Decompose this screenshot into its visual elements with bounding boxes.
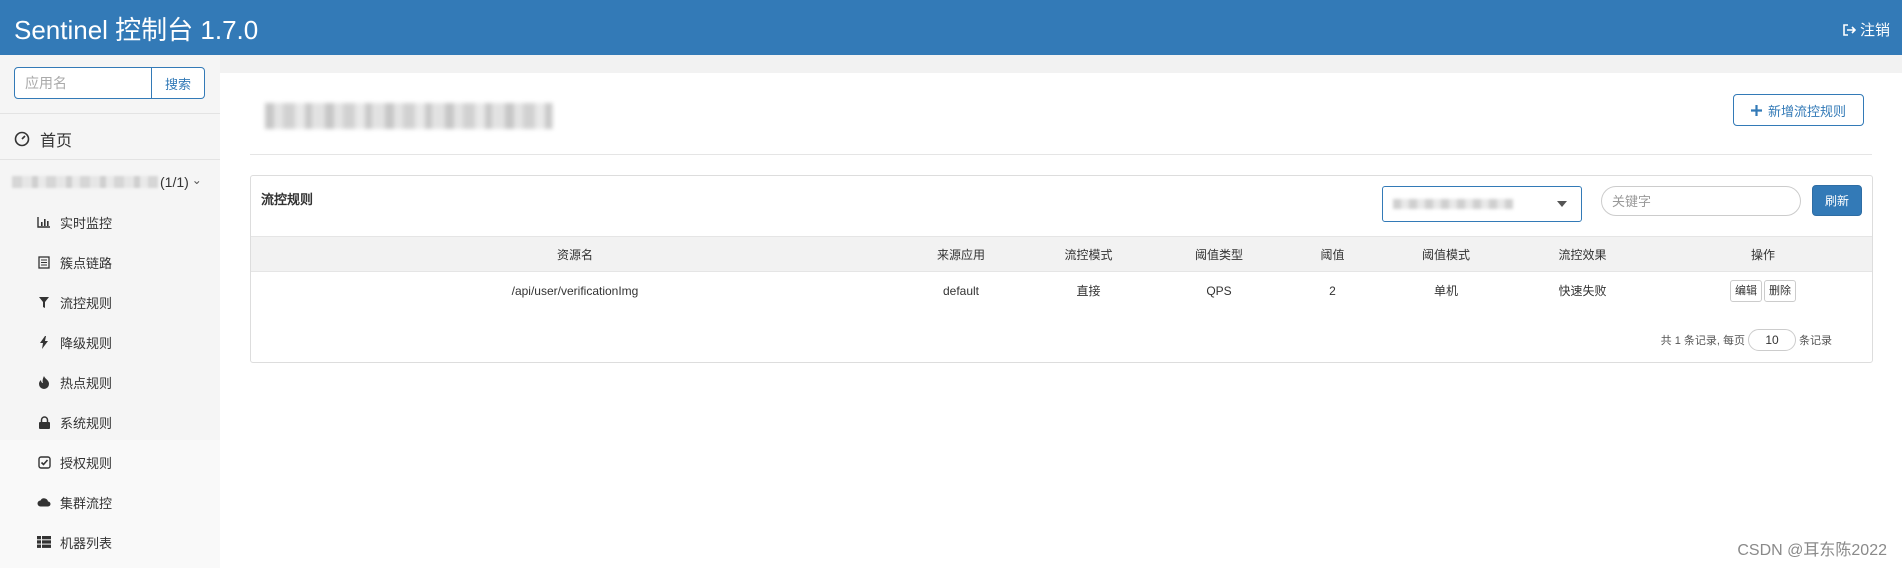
column-header: 阈值 [1320,247,1345,262]
pagination-suffix: 条记录 [1799,335,1832,347]
sidebar-divider [0,113,220,114]
caret-down-icon [1557,201,1567,207]
column-header: 操作 [1750,247,1775,262]
sidebar-item-cluster-point-link[interactable]: 簇点链路 [36,250,112,274]
refresh-button[interactable]: 刷新 [1812,185,1862,216]
fire-icon [36,375,52,389]
sidebar-item-label: 系统规则 [60,415,113,431]
table-header-row: 资源名 来源应用 流控模式 阈值类型 阈值 阈值模式 流控效果 操作 [251,236,1872,272]
app-machine-count: (1/1) [160,174,189,190]
machine-select-value-redacted [1393,199,1513,209]
cloud-icon [36,497,52,507]
sidebar-item-label: 簇点链路 [60,255,113,271]
logout-button[interactable]: 注销 [1842,19,1890,40]
lock-icon [36,415,52,429]
panel-title: 流控规则 [261,192,314,207]
sidebar-item-label: 首页 [40,133,73,150]
sidebar-item-label: 集群流控 [60,495,113,511]
cell-limit-app: default [942,283,980,298]
app-name-redacted [12,176,158,188]
sidebar-item-cluster-flow[interactable]: 集群流控 [36,490,112,514]
filter-icon [36,296,52,309]
sidebar-item-degrade-rules[interactable]: 降级规则 [36,330,112,354]
main-top-band [220,55,1902,73]
chevron-down-icon: ⌄ [191,173,202,187]
sidebar-divider [0,159,220,160]
column-header: 流控效果 [1558,247,1607,262]
machine-select[interactable] [1382,186,1582,222]
sidebar-app-group[interactable]: (1/1) ⌄ [12,170,212,194]
sidebar-item-authority-rules[interactable]: 授权规则 [36,450,112,474]
flow-rules-table: 资源名 来源应用 流控模式 阈值类型 阈值 阈值模式 流控效果 操作 /api/… [251,236,1872,310]
flow-rules-panel: 流控规则 刷新 资源名 来源应用 流控模式 阈值类型 阈值 阈值模式 流控效果 … [250,175,1873,363]
check-icon [36,455,52,469]
sidebar-item-hotspot-rules[interactable]: 热点规则 [36,370,112,394]
sidebar-item-label: 授权规则 [60,455,113,471]
bar-chart-icon [36,216,52,228]
top-navbar: Sentinel 控制台 1.7.0 注销 [0,0,1902,55]
cell-actions: 编辑 删除 [1654,272,1872,310]
plus-icon [1750,104,1762,116]
sidebar: 搜索 首页 (1/1) ⌄ 实时监控 簇点链路 流控规则 [0,55,220,568]
app-search: 搜索 [14,67,205,99]
th-list-icon [36,536,52,548]
column-header: 阈值模式 [1421,247,1470,262]
column-header: 流控模式 [1064,247,1113,262]
app-title[interactable]: Sentinel 控制台 1.7.0 [14,10,258,47]
sidebar-item-realtime-monitor[interactable]: 实时监控 [36,210,112,234]
sidebar-item-label: 降级规则 [60,335,113,351]
cell-resource: /api/user/verificationImg [511,283,639,298]
sidebar-item-machine-list[interactable]: 机器列表 [36,530,112,554]
keyword-search-input[interactable] [1601,186,1801,216]
cell-grade: QPS [1206,283,1232,298]
page-title-redacted [265,103,553,129]
title-divider [250,154,1872,155]
pagination-prefix: 共 1 条记录, 每页 [1660,335,1745,347]
flash-icon [36,335,52,349]
pagination: 共 1 条记录, 每页 条记录 [1661,329,1832,351]
logout-label: 注销 [1859,22,1890,39]
column-header: 来源应用 [936,247,985,262]
sidebar-item-system-rules[interactable]: 系统规则 [36,410,112,434]
cell-effect: 快速失败 [1558,284,1607,299]
cell-cluster-mode: 单机 [1433,284,1458,299]
column-header: 资源名 [556,247,593,262]
cell-strategy: 直接 [1076,284,1101,299]
sidebar-item-label: 机器列表 [60,535,113,551]
column-header: 阈值类型 [1194,247,1243,262]
dashboard-icon [14,131,30,147]
edit-rule-button[interactable]: 编辑 [1730,279,1762,302]
table-row: /api/user/verificationImg default 直接 QPS… [251,272,1872,310]
logout-icon [1843,23,1856,36]
list-icon [36,255,52,269]
sidebar-item-home[interactable]: 首页 [14,127,72,151]
app-search-button[interactable]: 搜索 [152,67,205,99]
sidebar-item-label: 流控规则 [60,295,113,311]
watermark: CSDN @耳东陈2022 [1737,542,1887,559]
page-size-input[interactable] [1748,329,1796,351]
sidebar-item-label: 实时监控 [60,215,113,231]
cell-count: 2 [1329,283,1336,298]
sidebar-item-flow-rules[interactable]: 流控规则 [36,290,112,314]
sidebar-item-label: 热点规则 [60,375,113,391]
add-flow-rule-label: 新增流控规则 [1767,103,1846,119]
app-search-input[interactable] [14,67,152,99]
delete-rule-button[interactable]: 删除 [1764,279,1796,302]
add-flow-rule-button[interactable]: 新增流控规则 [1733,94,1864,126]
